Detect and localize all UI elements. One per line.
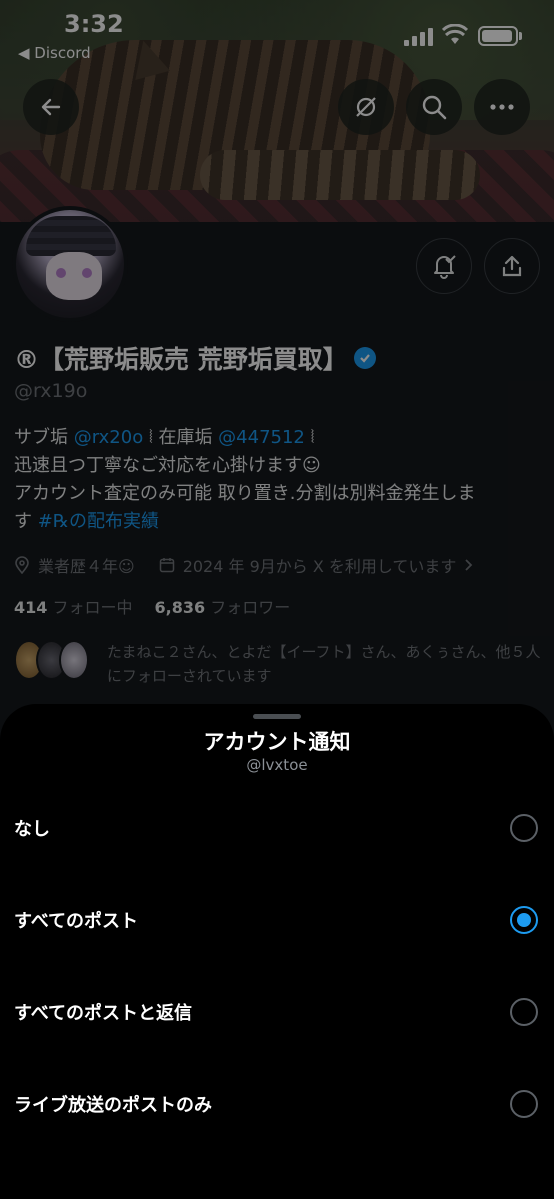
radio-button-selected[interactable] bbox=[510, 906, 538, 934]
option-label: すべてのポストと返信 bbox=[14, 1003, 193, 1024]
radio-button[interactable] bbox=[510, 998, 538, 1026]
option-none[interactable]: なし bbox=[0, 798, 554, 858]
sheet-grabber[interactable] bbox=[253, 714, 301, 719]
option-all-posts-and-replies[interactable]: すべてのポストと返信 bbox=[0, 982, 554, 1042]
sheet-title: アカウント通知 bbox=[203, 730, 351, 754]
account-notification-sheet: アカウント通知 @lvxtoe なし すべてのポスト すべてのポストと返信 ライ… bbox=[0, 704, 554, 1199]
radio-button[interactable] bbox=[510, 1090, 538, 1118]
option-label: すべてのポスト bbox=[14, 911, 139, 932]
option-label: なし bbox=[14, 819, 50, 840]
option-label: ライブ放送のポストのみ bbox=[14, 1095, 212, 1116]
radio-button[interactable] bbox=[510, 814, 538, 842]
sheet-subtitle: @lvxtoe bbox=[246, 756, 308, 774]
option-live-only[interactable]: ライブ放送のポストのみ bbox=[0, 1074, 554, 1134]
option-all-posts[interactable]: すべてのポスト bbox=[0, 890, 554, 950]
